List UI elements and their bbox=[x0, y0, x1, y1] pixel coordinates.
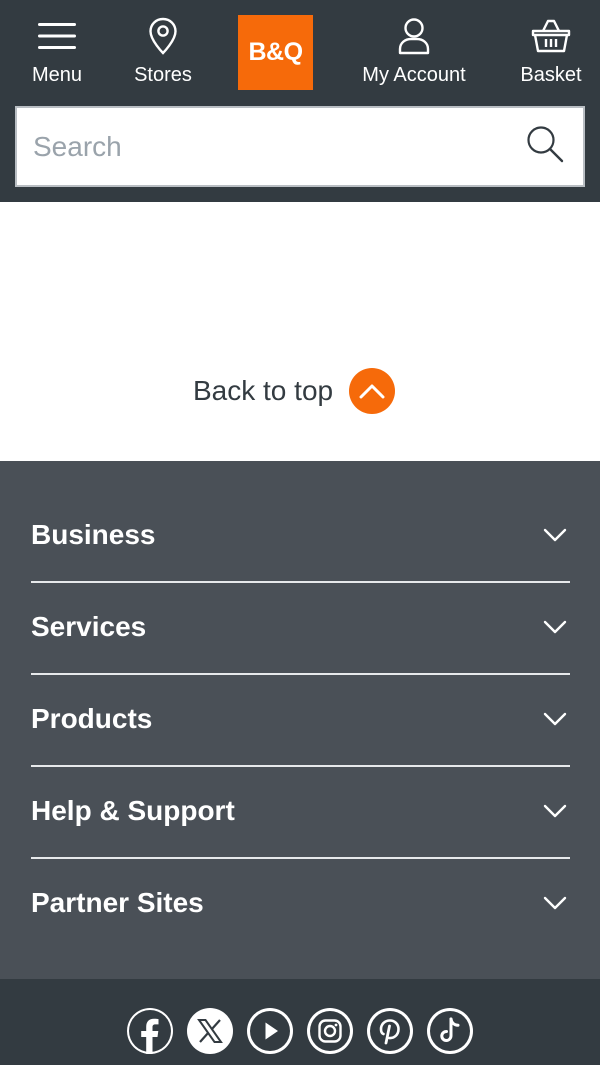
basket-label: Basket bbox=[520, 64, 582, 86]
back-to-top-button[interactable]: Back to top bbox=[193, 366, 396, 416]
footer-section-partner-sites[interactable]: Partner Sites bbox=[31, 857, 570, 949]
chevron-down-icon bbox=[540, 888, 570, 918]
chevron-down-icon bbox=[540, 612, 570, 642]
basket-button[interactable]: Basket bbox=[512, 14, 590, 92]
x-icon[interactable] bbox=[187, 1008, 233, 1054]
search-input[interactable] bbox=[17, 108, 507, 185]
hamburger-icon bbox=[38, 14, 76, 58]
footer-section-products[interactable]: Products bbox=[31, 673, 570, 765]
footer-section-help-support[interactable]: Help & Support bbox=[31, 765, 570, 857]
back-to-top-label: Back to top bbox=[193, 375, 334, 406]
footer-section-label: Products bbox=[31, 703, 153, 734]
chevron-down-icon bbox=[540, 796, 570, 826]
instagram-icon[interactable] bbox=[307, 1008, 353, 1054]
social-links bbox=[0, 979, 600, 1065]
footer-section-label: Services bbox=[31, 611, 147, 642]
search-bar bbox=[15, 106, 585, 187]
bq-logo[interactable]: B&Q bbox=[238, 15, 313, 90]
pinterest-icon[interactable] bbox=[367, 1008, 413, 1054]
user-icon bbox=[397, 14, 431, 58]
site-header: Menu Stores B&Q My Account Basket Search bbox=[0, 0, 600, 202]
location-pin-icon bbox=[148, 14, 178, 58]
footer-section-business[interactable]: Business bbox=[31, 489, 570, 581]
footer-section-label: Help & Support bbox=[31, 795, 235, 826]
youtube-icon[interactable] bbox=[247, 1008, 293, 1054]
chevron-up-icon bbox=[349, 368, 396, 414]
my-account-button[interactable]: My Account bbox=[350, 14, 478, 92]
menu-button[interactable]: Menu bbox=[22, 14, 92, 92]
footer-section-label: Business bbox=[31, 519, 156, 550]
chevron-down-icon bbox=[540, 520, 570, 550]
footer-links: Business Services Products Help & Suppor… bbox=[0, 461, 600, 979]
stores-button[interactable]: Stores bbox=[124, 14, 202, 92]
facebook-icon[interactable] bbox=[127, 1008, 173, 1054]
stores-label: Stores bbox=[134, 64, 192, 86]
footer-section-services[interactable]: Services bbox=[31, 581, 570, 673]
search-button[interactable] bbox=[507, 108, 583, 185]
back-to-top-section: Back to top bbox=[0, 202, 600, 461]
logo-text: B&Q bbox=[248, 38, 303, 66]
my-account-label: My Account bbox=[362, 64, 466, 86]
basket-icon bbox=[531, 14, 571, 58]
footer-section-label: Partner Sites bbox=[31, 887, 204, 918]
menu-label: Menu bbox=[31, 64, 83, 86]
chevron-down-icon bbox=[540, 704, 570, 734]
tiktok-icon[interactable] bbox=[427, 1008, 473, 1054]
search-icon bbox=[525, 124, 565, 169]
